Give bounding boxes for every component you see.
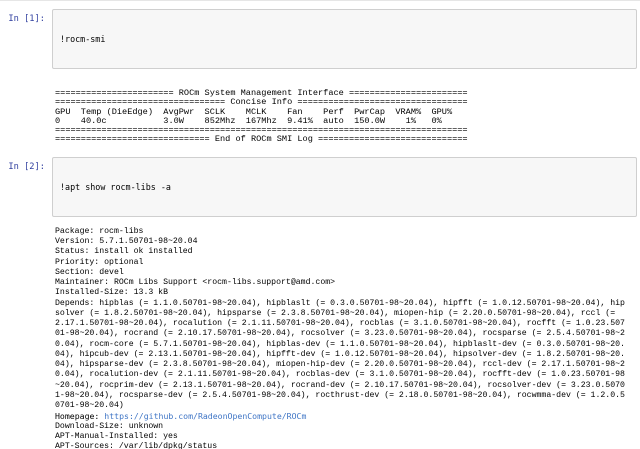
rocm-smi-output: ======================= ROCm System Mana… [55,89,640,145]
code-editor-1[interactable]: !rocm-smi [52,9,637,69]
homepage-label: Homepage: [55,411,104,421]
homepage-link[interactable]: https://github.com/RadeonOpenCompute/ROC… [104,411,306,421]
apt-output-homepage-line: Homepage: https://github.com/RadeonOpenC… [55,411,640,421]
input-prompt-1: In [1]: [0,9,52,24]
apt-show-output: Package: rocm-libs Version: 5.7.1.50701-… [55,227,640,449]
apt-output-package-info: Package: rocm-libs Version: 5.7.1.50701-… [55,227,640,412]
page-top-divider [0,0,640,1]
apt-output-footer-info: Download-Size: unknown APT-Manual-Instal… [55,422,640,449]
code-cell-2: In [2]: !apt show rocm-libs -a [0,157,640,217]
code-line: !apt show rocm-libs -a [60,182,629,192]
input-prompt-2: In [2]: [0,157,52,172]
code-editor-2[interactable]: !apt show rocm-libs -a [52,157,637,217]
code-cell-1: In [1]: !rocm-smi [0,9,640,69]
code-line: !rocm-smi [60,34,629,44]
